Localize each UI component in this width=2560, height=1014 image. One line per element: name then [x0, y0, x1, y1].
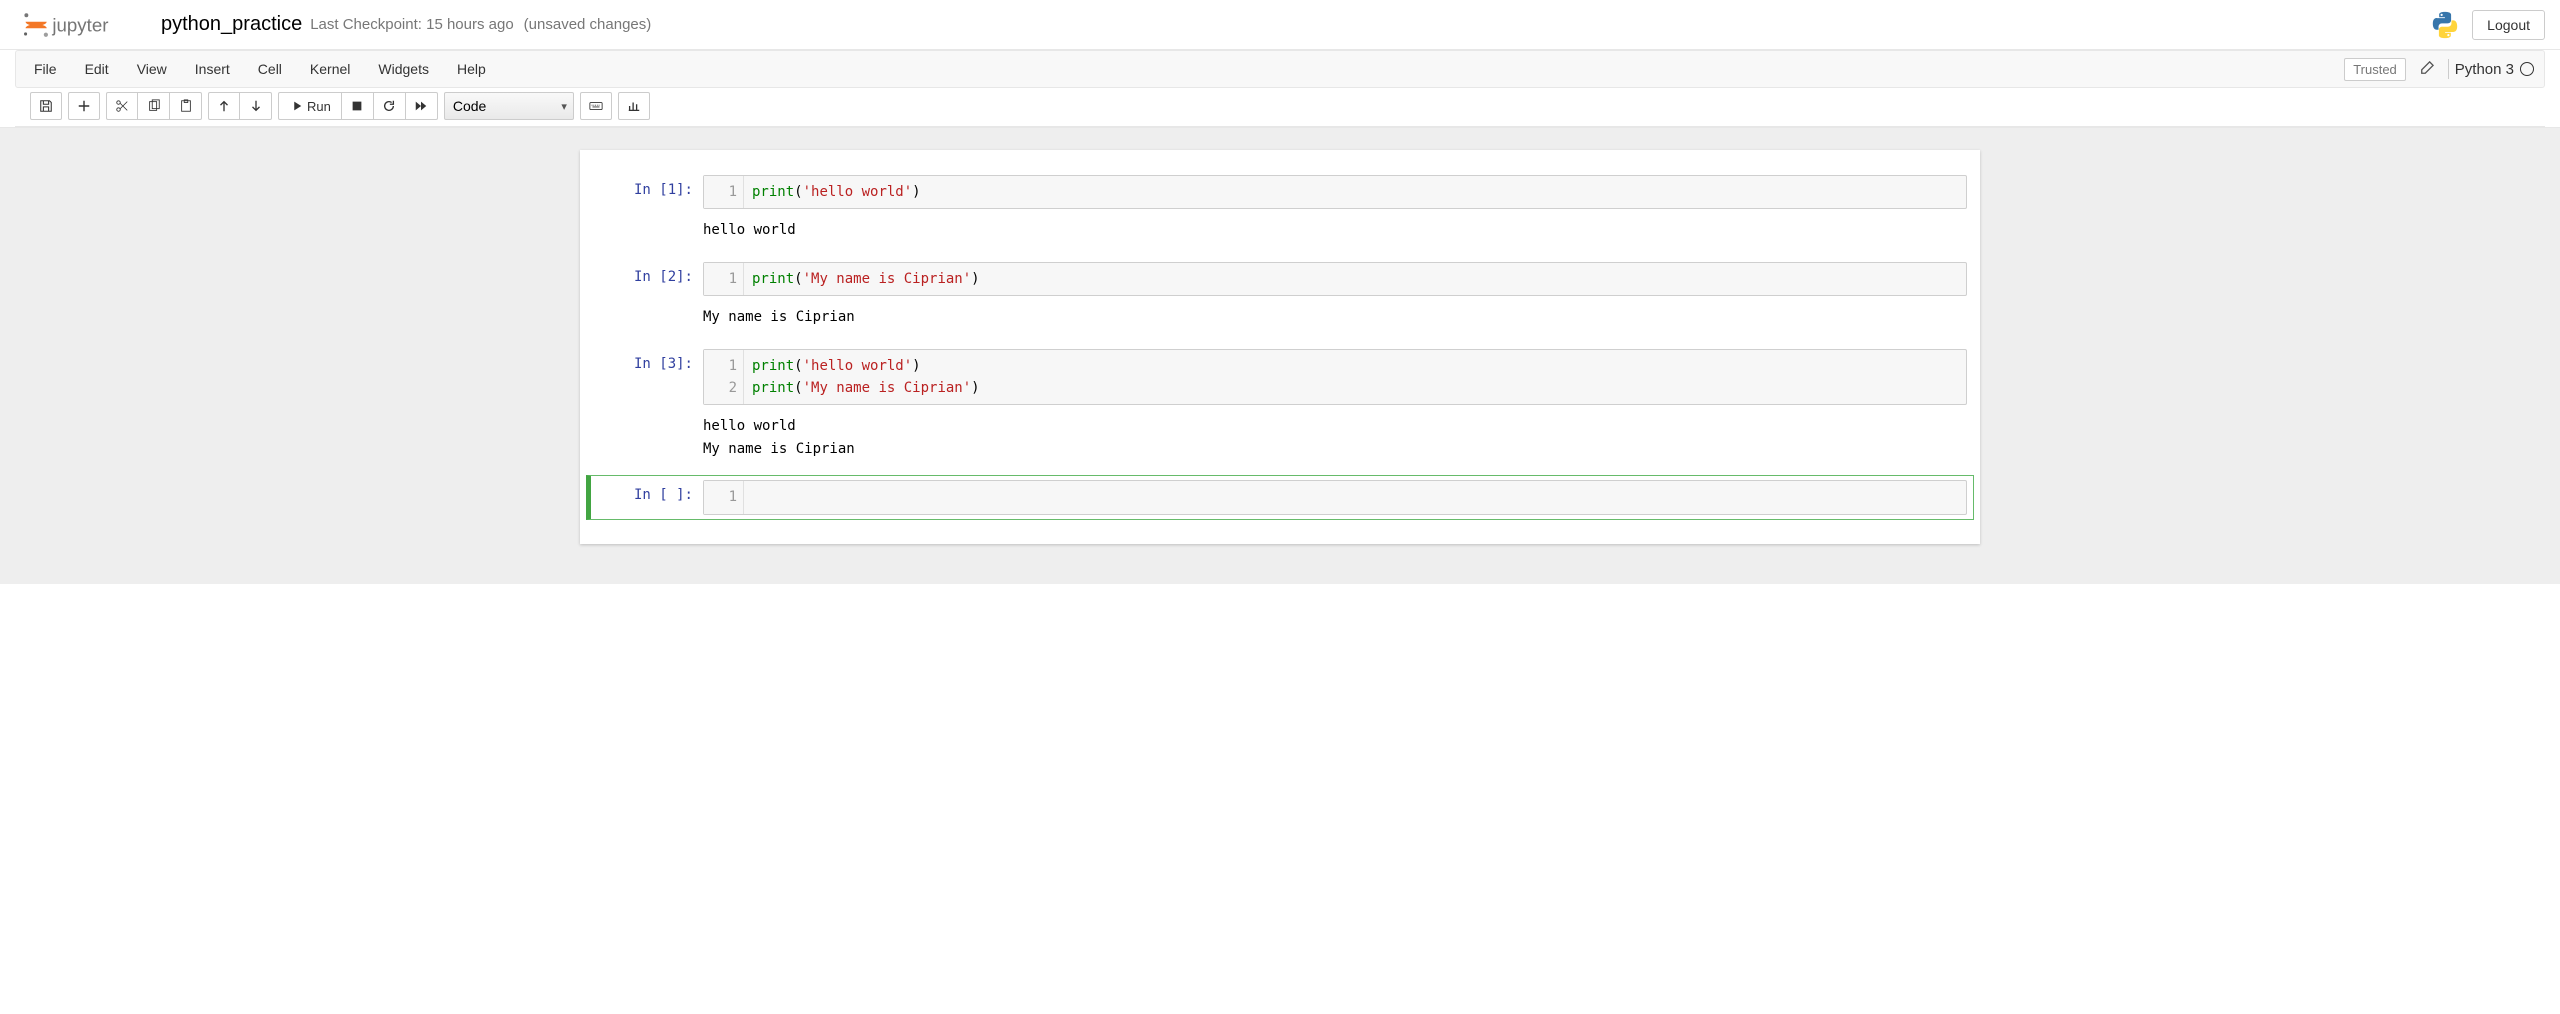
insert-cell-button[interactable]: [68, 92, 100, 120]
menu-widgets[interactable]: Widgets: [364, 55, 443, 83]
checkpoint-status: Last Checkpoint: 15 hours ago: [310, 16, 513, 33]
stop-icon: [350, 99, 364, 113]
copy-icon: [147, 99, 161, 113]
nbextensions-button[interactable]: [618, 92, 650, 120]
restart-icon: [382, 99, 396, 113]
code-text[interactable]: print('My name is Ciprian'): [744, 263, 1966, 295]
code-cell-selected[interactable]: In [ ]: 1: [586, 475, 1974, 519]
code-cell[interactable]: In [3]: 1 2 print('hello world') print('…: [586, 344, 1974, 474]
menu-kernel[interactable]: Kernel: [296, 55, 364, 83]
code-input[interactable]: 1 print('My name is Ciprian'): [703, 262, 1967, 296]
save-icon: [39, 99, 53, 113]
restart-button[interactable]: [374, 92, 406, 120]
notebook-scroll-area[interactable]: In [1]: 1 print('hello world') hello wor…: [0, 128, 2560, 584]
interrupt-button[interactable]: [342, 92, 374, 120]
menubar-container: File Edit View Insert Cell Kernel Widget…: [0, 50, 2560, 128]
move-down-button[interactable]: [240, 92, 272, 120]
input-prompt: In [2]:: [634, 269, 693, 285]
run-icon: [289, 99, 303, 113]
toolbar: Run Code: [15, 88, 2545, 127]
menu-edit[interactable]: Edit: [71, 55, 123, 83]
input-prompt: In [1]:: [634, 182, 693, 198]
paste-button[interactable]: [170, 92, 202, 120]
code-text[interactable]: print('hello world'): [744, 176, 1966, 208]
copy-button[interactable]: [138, 92, 170, 120]
run-label: Run: [307, 99, 331, 114]
code-text[interactable]: print('hello world') print('My name is C…: [744, 350, 1966, 405]
code-text[interactable]: [744, 481, 1966, 513]
cell-type-select[interactable]: Code: [444, 92, 574, 120]
line-gutter: 1: [704, 481, 744, 513]
move-up-button[interactable]: [208, 92, 240, 120]
input-prompt: In [3]:: [634, 356, 693, 372]
code-input[interactable]: 1: [703, 480, 1967, 514]
menu-cell[interactable]: Cell: [244, 55, 296, 83]
unsaved-indicator: (unsaved changes): [524, 16, 652, 33]
keyboard-icon: [589, 99, 603, 113]
jupyter-logo[interactable]: jupyter: [15, 12, 145, 38]
arrow-down-icon: [249, 99, 263, 113]
bar-chart-icon: [627, 99, 641, 113]
notebook-name[interactable]: python_practice: [161, 13, 302, 36]
kernel-name[interactable]: Python 3: [2455, 61, 2514, 78]
menu-help[interactable]: Help: [443, 55, 500, 83]
kernel-idle-icon: [2520, 62, 2534, 76]
input-prompt: In [ ]:: [634, 487, 693, 503]
menu-file[interactable]: File: [20, 55, 71, 83]
code-cell[interactable]: In [1]: 1 print('hello world') hello wor…: [586, 170, 1974, 255]
menu-view[interactable]: View: [123, 55, 181, 83]
cut-button[interactable]: [106, 92, 138, 120]
fast-forward-icon: [414, 99, 428, 113]
cell-output: hello world My name is Ciprian: [703, 411, 1967, 468]
scissors-icon: [115, 99, 129, 113]
notebook-header: jupyter python_practice Last Checkpoint:…: [0, 0, 2560, 50]
cell-type-value: Code: [453, 98, 486, 114]
edit-metadata-button[interactable]: [2412, 57, 2442, 82]
arrow-up-icon: [217, 99, 231, 113]
python-logo-icon: [2430, 10, 2460, 40]
line-gutter: 1: [704, 263, 744, 295]
logout-button[interactable]: Logout: [2472, 10, 2545, 40]
paste-icon: [179, 99, 193, 113]
cell-output: hello world: [703, 215, 1967, 249]
notebook-container: In [1]: 1 print('hello world') hello wor…: [580, 150, 1980, 544]
line-gutter: 1 2: [704, 350, 744, 405]
cell-output: My name is Ciprian: [703, 302, 1967, 336]
save-button[interactable]: [30, 92, 62, 120]
code-input[interactable]: 1 print('hello world'): [703, 175, 1967, 209]
command-palette-button[interactable]: [580, 92, 612, 120]
line-gutter: 1: [704, 176, 744, 208]
run-button[interactable]: Run: [278, 92, 342, 120]
trusted-indicator[interactable]: Trusted: [2344, 58, 2406, 81]
restart-run-all-button[interactable]: [406, 92, 438, 120]
code-cell[interactable]: In [2]: 1 print('My name is Ciprian') My…: [586, 257, 1974, 342]
plus-icon: [77, 99, 91, 113]
menu-insert[interactable]: Insert: [181, 55, 244, 83]
svg-text:jupyter: jupyter: [51, 14, 108, 35]
menubar: File Edit View Insert Cell Kernel Widget…: [15, 50, 2545, 88]
code-input[interactable]: 1 2 print('hello world') print('My name …: [703, 349, 1967, 406]
